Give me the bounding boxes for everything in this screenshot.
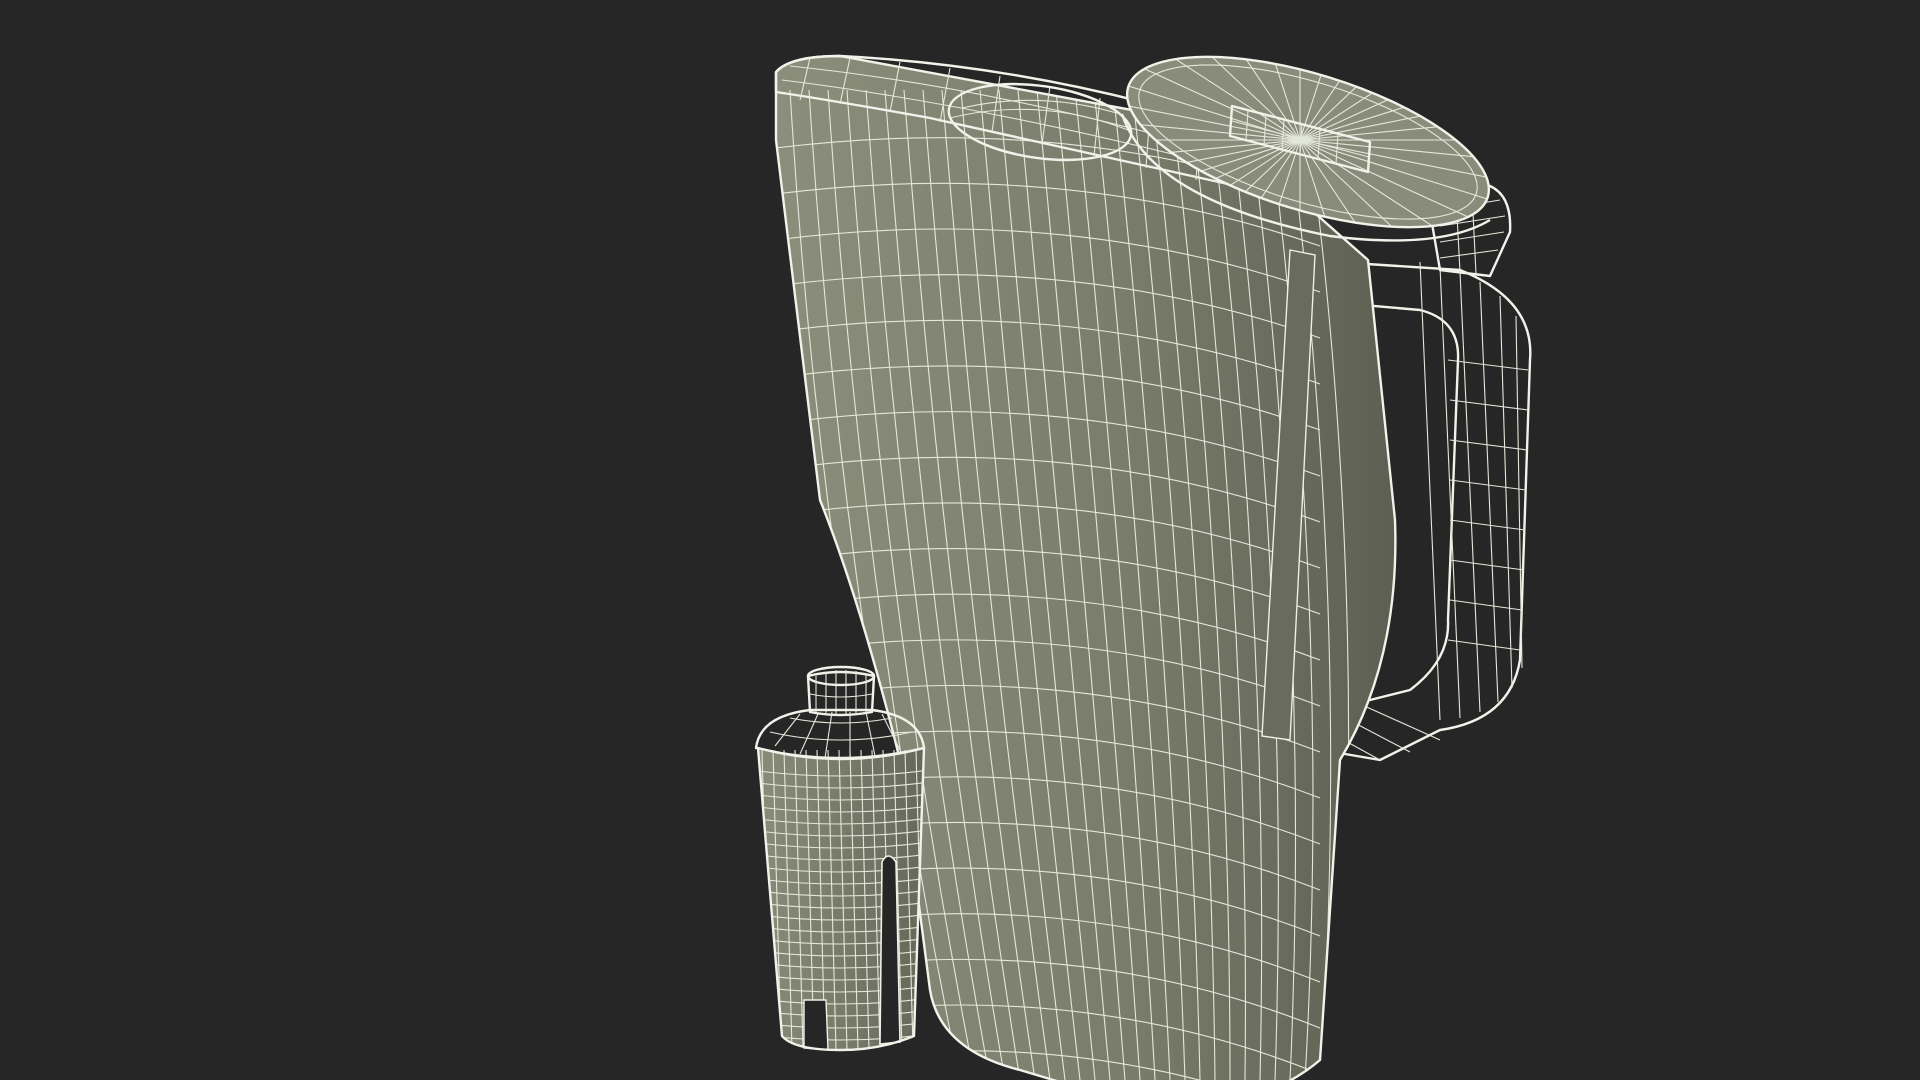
3d-viewport[interactable] (0, 0, 1920, 1080)
wireframe-scene (754, 22, 1532, 1080)
